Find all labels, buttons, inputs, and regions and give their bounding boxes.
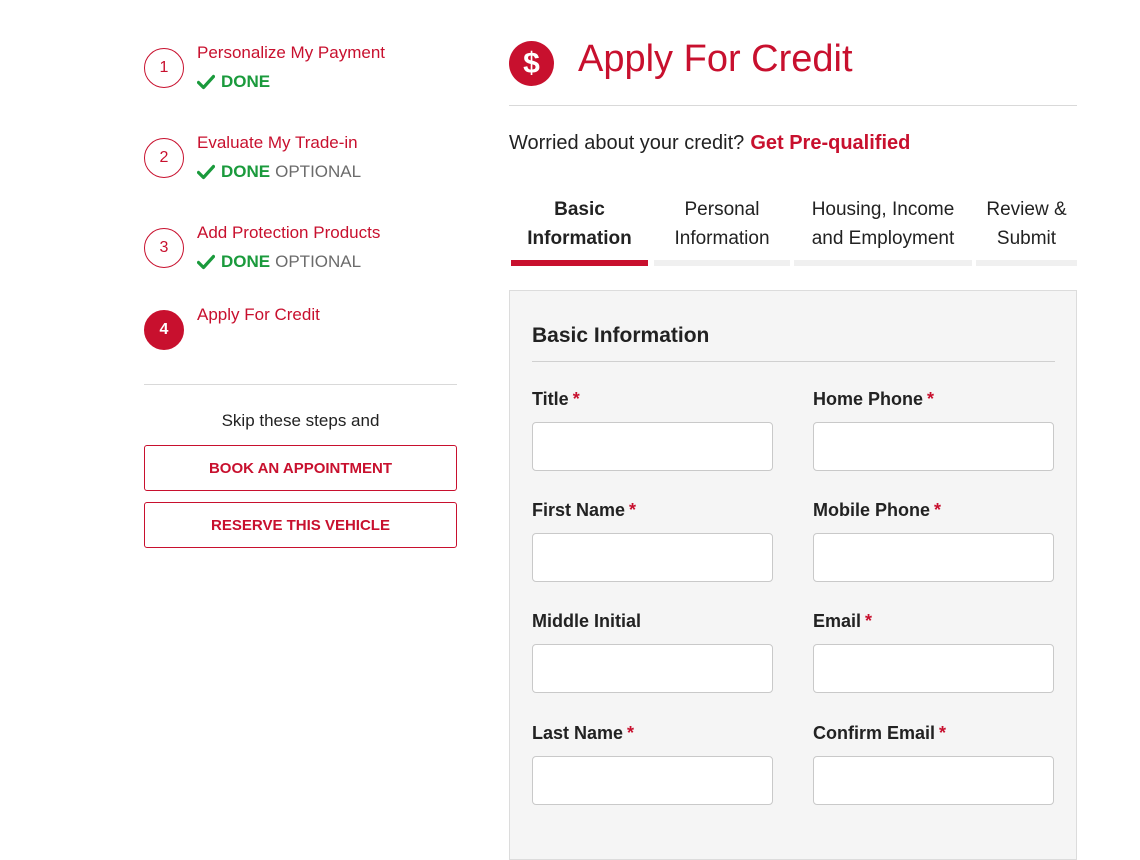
reserve-vehicle-button[interactable]: RESERVE THIS VEHICLE	[144, 502, 457, 548]
progress-steps: 1 Personalize My Payment DONE 2 Evaluate…	[144, 40, 457, 548]
dollar-symbol: $	[523, 46, 540, 80]
title-field: Title *	[532, 389, 773, 471]
tab-personal-information[interactable]: Personal Information	[654, 192, 790, 266]
middle-initial-input[interactable]	[532, 644, 773, 693]
check-icon	[197, 74, 215, 90]
mobile-phone-field: Mobile Phone *	[813, 500, 1054, 582]
email-input[interactable]	[813, 644, 1054, 693]
required-asterisk: *	[934, 500, 942, 520]
step-title[interactable]: Evaluate My Trade-in	[197, 133, 358, 153]
step-number-circle: 2	[144, 138, 184, 178]
step-title[interactable]: Add Protection Products	[197, 223, 380, 243]
tab-label-line1: Basic	[554, 199, 605, 220]
home-phone-input[interactable]	[813, 422, 1054, 471]
tab-label-line1: Review &	[986, 199, 1067, 220]
dollar-icon: $	[509, 41, 554, 86]
required-asterisk: *	[865, 611, 873, 631]
field-label: Middle Initial	[532, 611, 773, 635]
check-icon	[197, 164, 215, 180]
field-label-text: Title	[532, 389, 569, 409]
title-select[interactable]	[532, 422, 773, 471]
step-title[interactable]: Apply For Credit	[197, 305, 320, 325]
tab-housing-income-employment[interactable]: Housing, Income and Employment	[794, 192, 972, 266]
first-name-input[interactable]	[532, 533, 773, 582]
field-label: Title *	[532, 389, 773, 413]
field-label-text: Home Phone	[813, 389, 924, 409]
first-name-field: First Name *	[532, 500, 773, 582]
tab-label: Housing, Income and Employment	[794, 195, 972, 253]
email-field: Email *	[813, 611, 1054, 693]
required-asterisk: *	[572, 389, 580, 409]
optional-label: OPTIONAL	[275, 162, 362, 181]
tab-label-line2: and Employment	[811, 228, 955, 249]
confirm-email-field: Confirm Email *	[813, 723, 1054, 805]
field-label-text: Confirm Email	[813, 723, 936, 743]
field-label: Home Phone *	[813, 389, 1054, 413]
tab-label: Personal Information	[654, 195, 790, 253]
last-name-field: Last Name *	[532, 723, 773, 805]
done-label: DONE	[221, 252, 271, 271]
step-status: DONE	[197, 72, 270, 92]
step-2[interactable]: 2 Evaluate My Trade-in DONE OPTIONAL	[144, 130, 457, 220]
done-label: DONE	[221, 162, 271, 181]
tab-indicator	[976, 260, 1077, 266]
step-status: DONE OPTIONAL	[197, 162, 361, 182]
tab-label-line2: Information	[674, 228, 770, 249]
field-label-text: Middle Initial	[532, 611, 642, 631]
confirm-email-input[interactable]	[813, 756, 1054, 805]
required-asterisk: *	[629, 500, 637, 520]
basic-information-form: Basic Information Title * Home Phone * Fir…	[509, 290, 1077, 860]
form-section-title: Basic Information	[532, 324, 710, 347]
header-divider	[509, 105, 1077, 106]
required-asterisk: *	[927, 389, 935, 409]
step-3[interactable]: 3 Add Protection Products DONE OPTIONAL	[144, 220, 457, 310]
tab-label: Review & Submit	[976, 195, 1077, 253]
tab-label-line2: Submit	[996, 228, 1057, 249]
field-label: Mobile Phone *	[813, 500, 1054, 524]
get-prequalified-link[interactable]: Get Pre-qualified	[750, 132, 910, 154]
step-number-circle: 3	[144, 228, 184, 268]
check-icon	[197, 254, 215, 270]
home-phone-field: Home Phone *	[813, 389, 1054, 471]
done-label: DONE	[221, 72, 271, 91]
step-number-circle: 1	[144, 48, 184, 88]
credit-prompt: Worried about your credit? Get Pre-qualif…	[509, 132, 910, 155]
mobile-phone-input[interactable]	[813, 533, 1054, 582]
required-asterisk: *	[939, 723, 947, 743]
step-4[interactable]: 4 Apply For Credit	[144, 305, 457, 400]
tab-indicator	[794, 260, 972, 266]
step-title[interactable]: Personalize My Payment	[197, 43, 385, 63]
field-label: Last Name *	[532, 723, 773, 747]
tab-indicator	[654, 260, 790, 266]
tab-label-line2: Information	[527, 228, 632, 249]
tab-label-line1: Housing, Income	[811, 199, 955, 220]
tab-review-submit[interactable]: Review & Submit	[976, 192, 1077, 266]
form-divider	[532, 361, 1055, 362]
field-label: Confirm Email *	[813, 723, 1054, 747]
sidebar-divider	[144, 384, 457, 385]
step-1[interactable]: 1 Personalize My Payment DONE	[144, 40, 457, 130]
optional-label: OPTIONAL	[275, 252, 362, 271]
field-label-text: Mobile Phone	[813, 500, 930, 520]
tab-indicator	[511, 260, 648, 266]
form-tabs: Basic Information Personal Information H…	[511, 192, 1077, 266]
required-asterisk: *	[627, 723, 635, 743]
field-label-text: Email	[813, 611, 862, 631]
field-label: Email *	[813, 611, 1054, 635]
book-appointment-button[interactable]: BOOK AN APPOINTMENT	[144, 445, 457, 491]
middle-initial-field: Middle Initial	[532, 611, 773, 693]
step-status: DONE OPTIONAL	[197, 252, 361, 272]
last-name-input[interactable]	[532, 756, 773, 805]
tab-basic-information[interactable]: Basic Information	[511, 192, 648, 266]
field-label: First Name *	[532, 500, 773, 524]
field-label-text: First Name	[532, 500, 626, 520]
field-label-text: Last Name	[532, 723, 624, 743]
credit-question: Worried about your credit?	[509, 132, 745, 154]
tab-label: Basic Information	[511, 195, 648, 253]
step-number-circle-active: 4	[144, 310, 184, 350]
skip-steps-text: Skip these steps and	[221, 411, 380, 430]
tab-label-line1: Personal	[684, 199, 760, 220]
page-title: Apply For Credit	[578, 38, 853, 80]
